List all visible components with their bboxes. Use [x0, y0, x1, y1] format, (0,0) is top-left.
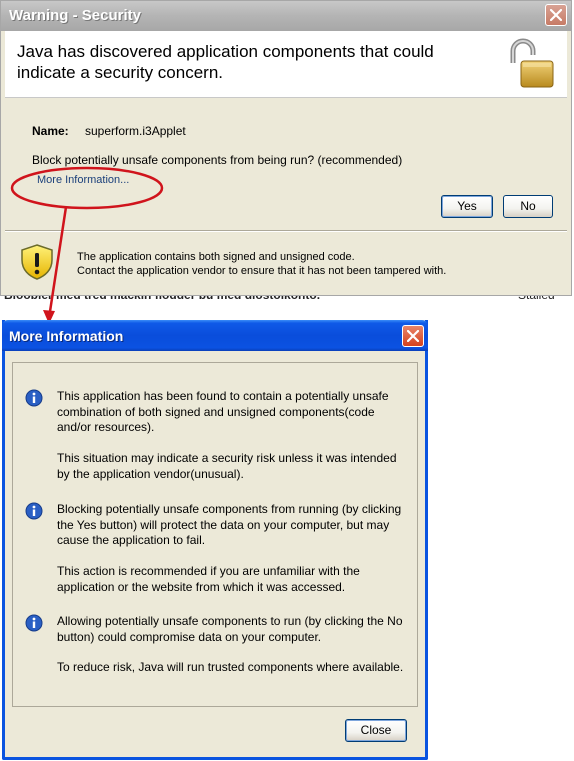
name-label: Name: [32, 124, 69, 138]
info-paragraph: This action is recommended if you are un… [57, 564, 360, 594]
close-x-icon [407, 330, 419, 342]
yes-button[interactable]: Yes [441, 195, 493, 218]
block-question: Block potentially unsafe components from… [32, 153, 403, 167]
info-paragraph: This situation may indicate a security r… [57, 451, 397, 481]
header-panel: Java has discovered application componen… [5, 31, 567, 98]
footer-line-2: Contact the application vendor to ensure… [77, 265, 447, 277]
warning-shield-icon [21, 244, 53, 280]
more-information-link[interactable]: More Information... [37, 174, 129, 186]
info-icon [25, 502, 43, 520]
close-button[interactable] [545, 4, 567, 26]
footer-line-1: The application contains both signed and… [77, 251, 355, 263]
security-warning-dialog: Warning - Security Java has discovered a… [0, 0, 572, 296]
title-bar[interactable]: Warning - Security [1, 1, 571, 31]
info-icon [25, 389, 43, 407]
close-x-icon [550, 9, 562, 21]
info-content-panel: This application has been found to conta… [12, 362, 418, 707]
info-paragraph: To reduce risk, Java will run trusted co… [57, 660, 404, 674]
more-information-dialog: More Information This application has be… [2, 320, 428, 760]
window-title: More Information [9, 328, 124, 344]
title-bar[interactable]: More Information [2, 320, 428, 351]
info-icon [25, 614, 43, 632]
info-paragraph: Allowing potentially unsafe components t… [57, 614, 403, 644]
info-paragraph: Blocking potentially unsafe components f… [57, 502, 402, 547]
separator [5, 230, 567, 232]
no-button[interactable]: No [503, 195, 553, 218]
close-dialog-button[interactable]: Close [345, 719, 407, 742]
padlock-open-icon [510, 38, 554, 88]
headline-text: Java has discovered application componen… [17, 42, 434, 82]
window-title: Warning - Security [9, 7, 141, 24]
name-value: superform.i3Applet [85, 124, 186, 138]
close-button[interactable] [402, 325, 424, 347]
info-paragraph: This application has been found to conta… [57, 389, 389, 434]
